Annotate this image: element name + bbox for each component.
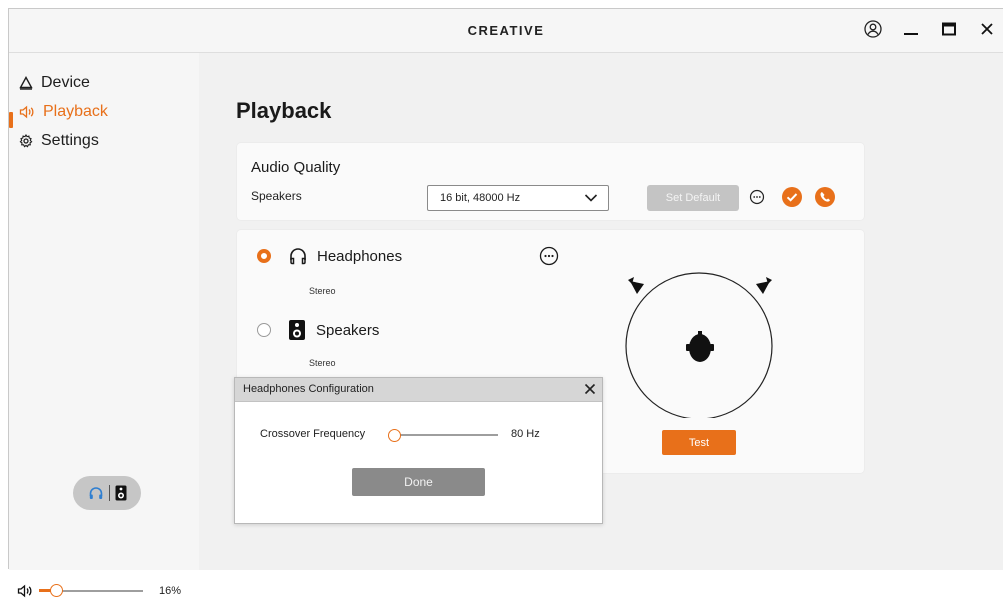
account-icon[interactable] xyxy=(863,19,883,39)
volume-icon[interactable] xyxy=(17,584,33,598)
headphones-icon xyxy=(89,487,102,499)
close-icon[interactable] xyxy=(977,19,997,39)
device-row-headphones[interactable]: Headphones xyxy=(257,246,402,266)
audio-quality-card: Audio Quality Speakers 16 bit, 48000 Hz … xyxy=(237,143,864,220)
crossover-track xyxy=(390,434,498,436)
done-button[interactable]: Done xyxy=(352,468,485,496)
crossover-label: Crossover Frequency xyxy=(260,428,366,440)
audio-device-label: Speakers xyxy=(251,189,302,203)
device-icon xyxy=(19,76,33,90)
dialog-title: Headphones Configuration xyxy=(243,383,374,395)
volume-control: 16% xyxy=(17,584,181,598)
audio-format-value: 16 bit, 48000 Hz xyxy=(440,192,521,204)
test-button[interactable]: Test xyxy=(662,430,736,455)
device-options-icon[interactable] xyxy=(539,246,559,266)
volume-thumb[interactable] xyxy=(50,584,63,597)
speaker-wave-icon xyxy=(19,105,34,119)
set-default-button[interactable]: Set Default xyxy=(647,185,739,211)
headphones-icon xyxy=(290,248,306,265)
device-name: Speakers xyxy=(316,321,380,339)
sidebar-item-label: Device xyxy=(41,74,90,91)
maximize-icon[interactable] xyxy=(939,19,959,39)
window-controls xyxy=(863,19,997,39)
headphones-radio[interactable] xyxy=(257,249,271,263)
device-name: Headphones xyxy=(317,247,403,265)
minimize-icon[interactable] xyxy=(901,19,921,39)
device-row-speakers[interactable]: Speakers xyxy=(257,319,379,341)
crossover-slider[interactable] xyxy=(388,428,500,442)
headphones-config-dialog: Headphones Configuration Crossover Frequ… xyxy=(234,377,603,524)
phone-icon[interactable] xyxy=(815,187,835,207)
sidebar-item-playback[interactable]: Playback xyxy=(19,103,108,121)
output-toggle[interactable] xyxy=(73,476,141,510)
right-speaker-icon[interactable] xyxy=(756,277,772,294)
crossover-thumb[interactable] xyxy=(388,429,401,442)
device-mode: Stereo xyxy=(309,358,336,368)
sidebar-item-label: Settings xyxy=(41,132,99,149)
audio-format-select[interactable]: 16 bit, 48000 Hz xyxy=(427,185,609,211)
crossover-value: 80 Hz xyxy=(511,428,540,440)
active-indicator xyxy=(9,112,13,128)
speaker-position-diagram xyxy=(625,272,773,418)
sidebar-item-settings[interactable]: Settings xyxy=(19,132,99,150)
brand-logo: CREATIVE xyxy=(467,23,545,38)
chevron-down-icon xyxy=(584,194,598,202)
dialog-header: Headphones Configuration xyxy=(235,378,602,402)
audio-quality-title: Audio Quality xyxy=(251,159,341,176)
close-icon[interactable] xyxy=(582,381,598,397)
title-bar: CREATIVE xyxy=(9,9,1003,53)
volume-value: 16% xyxy=(159,585,182,597)
listener-head-icon xyxy=(686,331,714,362)
gear-icon xyxy=(19,134,33,148)
device-mode: Stereo xyxy=(309,286,336,296)
sidebar-item-device[interactable]: Device xyxy=(19,74,90,92)
more-options-icon[interactable] xyxy=(749,189,765,205)
check-icon[interactable] xyxy=(782,187,802,207)
speakers-radio[interactable] xyxy=(257,323,271,337)
speaker-icon xyxy=(289,320,305,340)
sidebar: Device Playback Settings 16% xyxy=(9,53,199,598)
toggle-divider xyxy=(108,485,110,501)
page-title: Playback xyxy=(236,98,332,123)
sidebar-item-label: Playback xyxy=(43,103,108,120)
volume-slider[interactable] xyxy=(39,584,143,598)
left-speaker-icon[interactable] xyxy=(628,277,644,294)
app-window: CREATIVE Device Playback Settings 16% Pl… xyxy=(8,8,1003,598)
speaker-icon xyxy=(115,485,126,501)
